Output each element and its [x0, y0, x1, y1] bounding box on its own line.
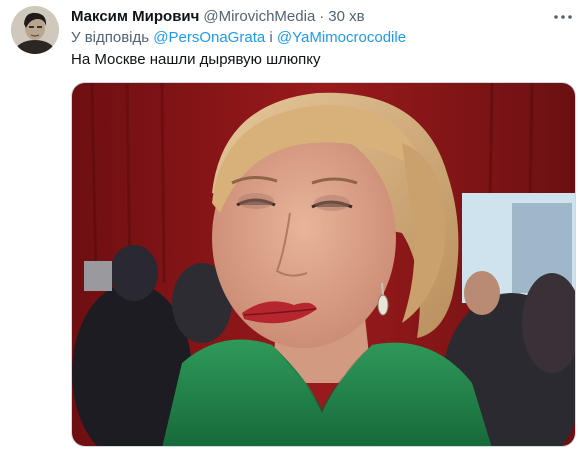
reply-context: У відповідь @PersOnaGrata і @YaMimocroco… [71, 28, 406, 48]
tweet-header: Максим Мирович @MirovichMedia · 30 хв [71, 7, 365, 27]
more-horizontal-icon [554, 15, 572, 19]
mention-link-2[interactable]: @YaMimocrocodile [277, 29, 406, 46]
mention-link-1[interactable]: @PersOnaGrata [153, 29, 265, 46]
avatar[interactable] [11, 6, 59, 54]
tweet-timestamp[interactable]: 30 хв [328, 7, 364, 27]
tweet-media-photo[interactable] [71, 82, 576, 447]
reply-conjunction: і [269, 29, 273, 46]
tweet-text: На Москве нашли дырявую шлюпку [71, 51, 321, 68]
tweet[interactable]: Максим Мирович @MirovichMedia · 30 хв У … [0, 0, 580, 457]
reply-prefix: У відповідь [71, 29, 150, 46]
separator-dot: · [319, 8, 325, 25]
avatar-portrait [11, 6, 59, 54]
author-handle[interactable]: @MirovichMedia [203, 7, 315, 27]
more-button[interactable] [553, 9, 573, 25]
photo-illustration [72, 83, 575, 446]
author-display-name[interactable]: Максим Мирович [71, 7, 199, 27]
